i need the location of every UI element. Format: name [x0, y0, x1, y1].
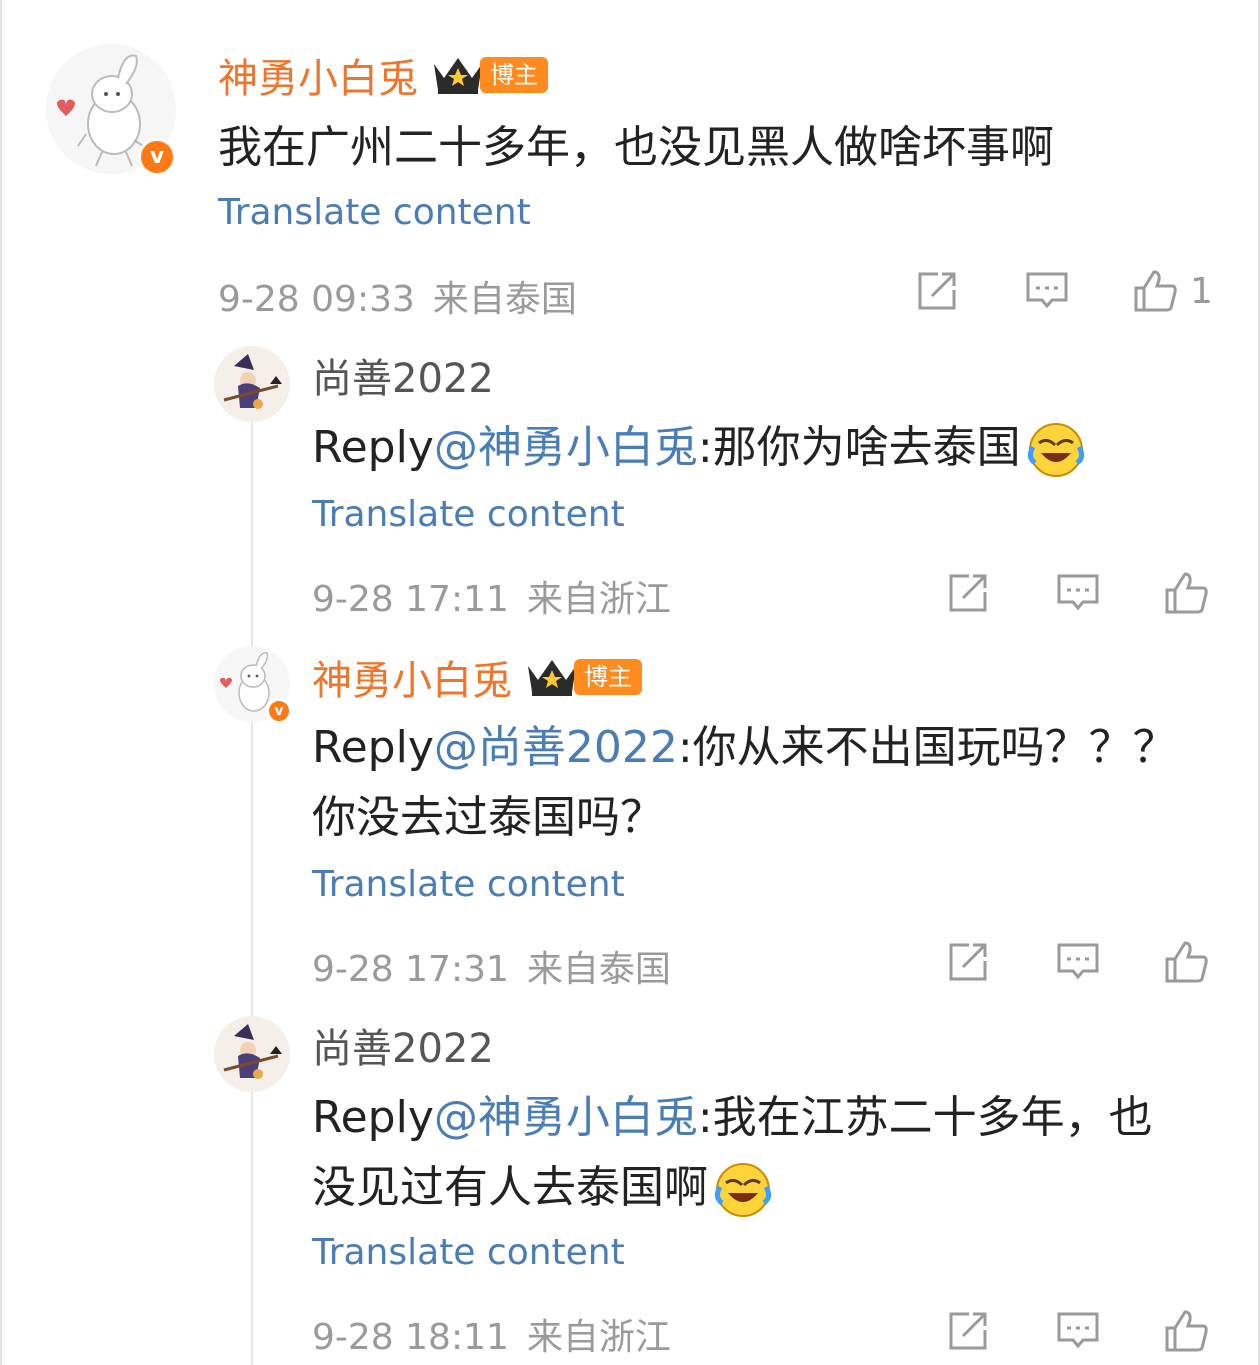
mention-link[interactable]: @神勇小白兎: [434, 1092, 698, 1143]
laughing-crying-emoji: [1027, 423, 1084, 477]
reply-body-line2: 没见过有人去泰国啊: [312, 1162, 708, 1213]
comment-text: 我在广州二十多年，也没见黑人做啥坏事啊: [218, 122, 1054, 173]
comment-icon[interactable]: [1055, 939, 1101, 985]
share-icon[interactable]: [914, 268, 960, 314]
blogger-badge: 博主: [574, 659, 642, 695]
reply-body: :我在江苏二十多年，也: [697, 1092, 1153, 1143]
like-count: 1: [1190, 270, 1213, 312]
witch-avatar-illustration: [214, 1016, 290, 1092]
translate-link[interactable]: Translate content: [312, 1232, 625, 1273]
comment-date: 9-28 17:11: [312, 579, 509, 620]
reply-text: Reply@神勇小白兎:那你为啥去泰国: [312, 414, 1085, 482]
verified-v-icon: v: [266, 698, 292, 724]
reply-text-continued: 你没去过泰国吗？: [312, 792, 664, 843]
comment-meta: 9-28 17:31 来自泰国: [312, 940, 671, 992]
avatar[interactable]: [214, 346, 290, 422]
thumbs-up-icon[interactable]: [1132, 268, 1178, 314]
reply-text: Reply@神勇小白兎:我在江苏二十多年，也: [312, 1084, 1153, 1152]
witch-avatar-illustration: [214, 346, 290, 422]
reply-thread-line: [251, 400, 253, 1365]
reply-prefix: Reply: [312, 1092, 434, 1143]
share-icon[interactable]: [945, 939, 991, 985]
reply-prefix: Reply: [312, 422, 434, 473]
reply-text: Reply@尚善2022:你从来不出国玩吗？？？: [312, 714, 1177, 782]
comment-meta: 9-28 09:33 来自泰国: [218, 270, 577, 322]
comment-meta: 9-28 17:11 来自浙江: [312, 570, 671, 622]
share-icon[interactable]: [945, 1308, 991, 1354]
verified-v-icon: v: [138, 138, 176, 176]
thumbs-up-icon[interactable]: [1163, 1308, 1209, 1354]
username[interactable]: 神勇小白兎: [312, 648, 512, 706]
reply-body: :你从来不出国玩吗？？？: [677, 722, 1177, 773]
share-icon[interactable]: [945, 570, 991, 616]
mention-link[interactable]: @尚善2022: [434, 722, 678, 773]
comment-date: 9-28 17:31: [312, 949, 509, 990]
comment-date: 9-28 18:11: [312, 1317, 509, 1358]
avatar[interactable]: v: [214, 646, 292, 724]
crown-icon: [524, 656, 580, 698]
reply-prefix: Reply: [312, 722, 434, 773]
comment-meta: 9-28 18:11 来自浙江: [312, 1308, 671, 1360]
avatar[interactable]: [214, 1016, 290, 1092]
username[interactable]: 神勇小白兎: [218, 46, 418, 104]
translate-link[interactable]: Translate content: [312, 864, 625, 905]
translate-link[interactable]: Translate content: [218, 192, 531, 233]
laughing-crying-emoji: [714, 1163, 772, 1217]
reply-body: :那你为啥去泰国: [697, 422, 1021, 473]
blogger-badge: 博主: [480, 57, 548, 93]
username[interactable]: 尚善2022: [312, 346, 494, 404]
comment-icon[interactable]: [1024, 268, 1070, 314]
comment-location: 来自泰国: [526, 949, 671, 990]
translate-link[interactable]: Translate content: [312, 494, 625, 535]
left-border: [0, 0, 2, 1365]
avatar[interactable]: v: [46, 44, 176, 176]
comment-location: 来自浙江: [526, 1317, 671, 1358]
comment-icon[interactable]: [1055, 570, 1101, 616]
comment-date: 9-28 09:33: [218, 279, 415, 320]
comment-icon[interactable]: [1055, 1308, 1101, 1354]
username[interactable]: 尚善2022: [312, 1016, 494, 1074]
mention-link[interactable]: @神勇小白兎: [434, 422, 698, 473]
reply-text-continued: 没见过有人去泰国啊: [312, 1154, 772, 1222]
crown-icon: [430, 54, 486, 96]
comment-location: 来自泰国: [432, 279, 577, 320]
thumbs-up-icon[interactable]: [1163, 570, 1209, 616]
thumbs-up-icon[interactable]: [1163, 939, 1209, 985]
comment-location: 来自浙江: [526, 579, 671, 620]
